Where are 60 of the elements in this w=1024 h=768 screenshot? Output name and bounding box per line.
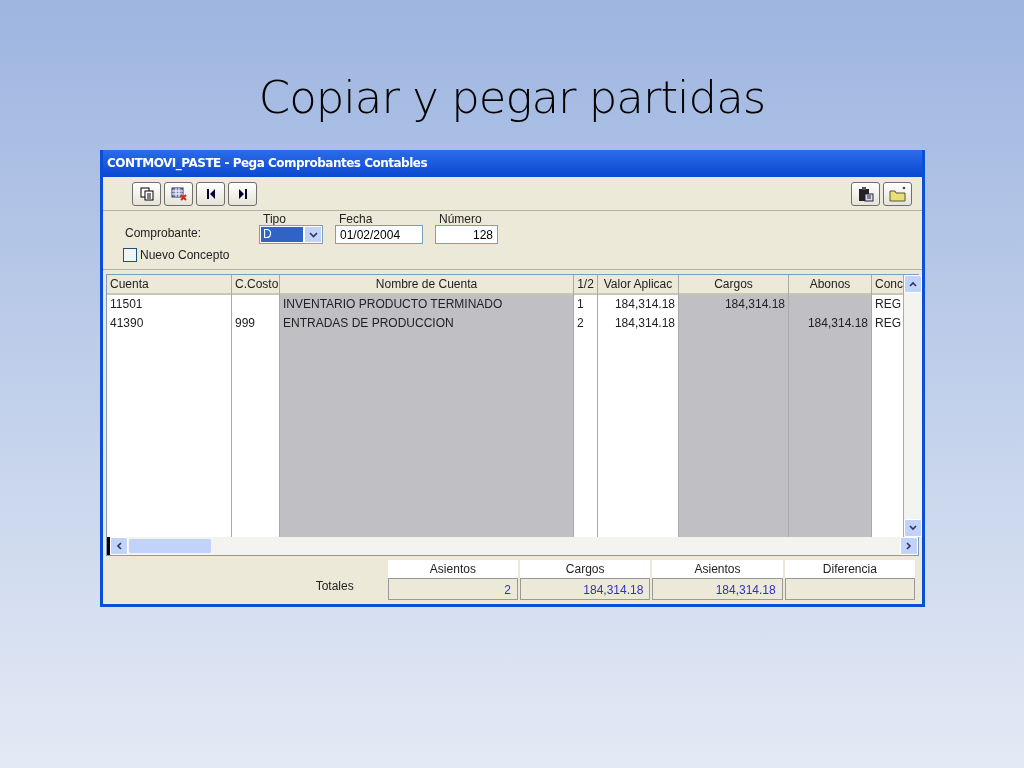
table-cell-text: 184,314.18 [613, 296, 676, 313]
table-cell-text: 41390 [109, 315, 145, 332]
table-cell-text: 999 [234, 315, 257, 332]
total-value: 2 [387, 578, 519, 600]
table-cell-text: REG [874, 315, 902, 332]
grid-delete-icon [170, 187, 187, 201]
fecha-field[interactable]: 01/02/2004 [335, 225, 423, 244]
column-header[interactable]: Cargos [679, 275, 788, 295]
numero-field[interactable]: 128 [435, 225, 498, 244]
column-header[interactable]: Conc [872, 275, 903, 295]
total-header: Asientos [652, 560, 783, 578]
scroll-up-icon [909, 281, 917, 287]
table-cell-text: 1 [576, 296, 585, 313]
scroll-right-icon [906, 542, 912, 550]
column-header[interactable]: Cuenta [107, 275, 231, 295]
chevron-down-icon [308, 231, 318, 238]
table-cell-text: REG [874, 296, 902, 313]
table-cell-text: INVENTARIO PRODUCTO TERMINADO [282, 296, 504, 313]
vertical-scrollbar[interactable] [904, 275, 922, 537]
numero-label: Número [438, 213, 483, 225]
open-folder-button[interactable] [883, 182, 912, 206]
column-header[interactable]: 1/2 [574, 275, 597, 295]
column-header[interactable]: Abonos [789, 275, 871, 295]
column-header[interactable]: Valor Aplicac [598, 275, 678, 295]
horizontal-scrollbar[interactable] [107, 537, 918, 555]
total-header: Cargos [520, 560, 651, 578]
table-cell-text: 184,314.18 [806, 315, 869, 332]
scroll-left-icon [116, 542, 122, 550]
comprobante-label: Comprobante: [124, 226, 203, 242]
column-header[interactable]: C.Costo [232, 275, 279, 295]
paste-button[interactable] [851, 182, 880, 206]
table-cell-text: 184,314.18 [613, 315, 676, 332]
table-cell-text: 184,314.18 [723, 296, 786, 313]
tipo-label: Tipo [262, 213, 287, 225]
fecha-label: Fecha [338, 213, 374, 225]
nuevo-concepto-label: Nuevo Concepto [140, 248, 230, 262]
table-cell-text: 11501 [109, 296, 144, 313]
total-header: Diferencia [784, 560, 916, 578]
table-cell-text: ENTRADAS DE PRODUCCION [282, 315, 455, 332]
paste-icon [857, 186, 874, 202]
folder-icon [888, 186, 907, 202]
slide-title: Copiar y pegar partidas [258, 70, 766, 126]
total-value: 184,314.18 [652, 578, 783, 600]
last-record-button[interactable] [228, 182, 257, 206]
last-icon [236, 187, 249, 201]
tipo-dropdown[interactable]: D [259, 225, 323, 244]
copy-button[interactable] [132, 182, 161, 206]
scroll-down-icon [909, 525, 917, 531]
first-icon [204, 187, 217, 201]
scroll-thumb[interactable] [129, 539, 211, 553]
nuevo-concepto-checkbox[interactable] [123, 248, 137, 262]
copy-icon [139, 187, 154, 201]
totales-label: Totales [314, 579, 355, 595]
delete-grid-button[interactable] [164, 182, 193, 206]
table-cell-text: 2 [576, 315, 585, 332]
total-header: Asientos [387, 560, 519, 578]
window-title: CONTMOVI_PASTE - Pega Comprobantes Contables [103, 150, 922, 177]
total-value: 184,314.18 [520, 578, 651, 600]
first-record-button[interactable] [196, 182, 225, 206]
column-header[interactable]: Nombre de Cuenta [280, 275, 573, 295]
